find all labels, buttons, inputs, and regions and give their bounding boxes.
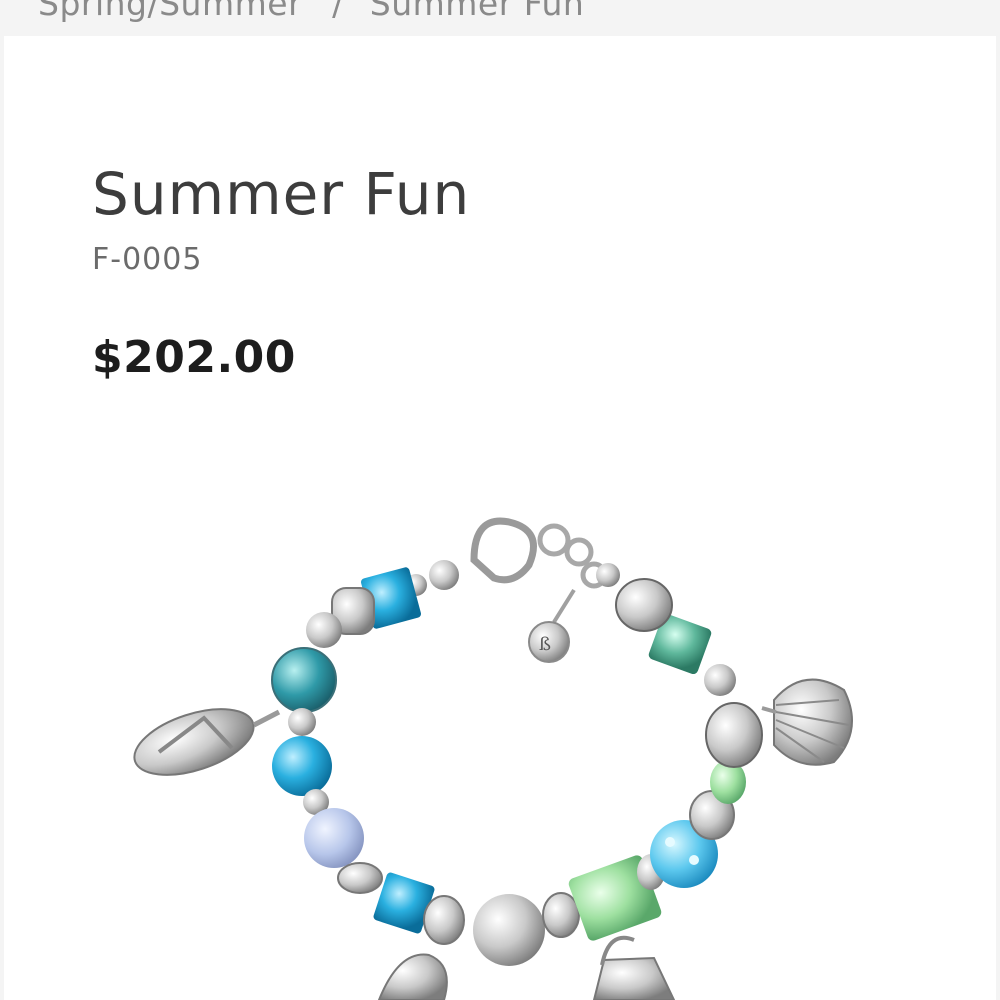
product-title: Summer Fun [92, 160, 471, 228]
product-image[interactable]: ß [100, 500, 900, 1000]
breadcrumb-link-spring-summer[interactable]: Spring/Summer [38, 0, 302, 23]
flip-flop-charm [133, 708, 281, 776]
charm-bracelet-image: ß [133, 517, 853, 1000]
product-sku: F-0005 [92, 242, 203, 277]
product-card: Summer Fun F-0005 $202.00 ß [4, 36, 996, 1000]
breadcrumb-bar: Spring/Summer / Summer Fun [0, 0, 1000, 36]
svg-text:ß: ß [539, 634, 551, 655]
breadcrumb-separator: / [332, 0, 344, 23]
shell-charm [761, 678, 853, 766]
breadcrumb: Spring/Summer / Summer Fun [38, 0, 584, 23]
breadcrumb-current: Summer Fun [369, 0, 585, 23]
product-price: $202.00 [92, 332, 296, 383]
